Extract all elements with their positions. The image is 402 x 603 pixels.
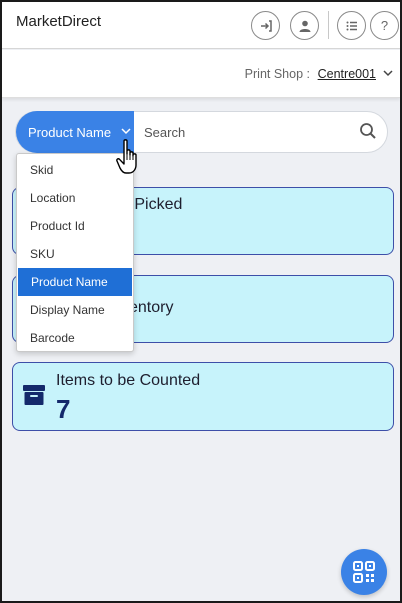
print-shop-bar: Print Shop : Centre001	[2, 50, 400, 98]
items-to-be-counted-card[interactable]: Items to be Counted 7	[12, 362, 394, 431]
user-button[interactable]	[290, 11, 319, 40]
login-button[interactable]	[251, 11, 280, 40]
dropdown-option-display-name[interactable]: Display Name	[17, 296, 133, 324]
app-frame: MarketDirect ? Print Shop: Centre001 Pr…	[0, 0, 402, 603]
qr-scan-button[interactable]	[341, 549, 387, 595]
dropdown-option-product-name[interactable]: Product Name	[18, 268, 132, 296]
search-field-dropdown: Skid Location Product Id SKU Product Nam…	[16, 153, 134, 352]
chevron-down-icon[interactable]	[381, 66, 395, 80]
search-bar: Product Name	[15, 111, 388, 153]
counted-card-title: Items to be Counted	[56, 372, 201, 389]
dropdown-option-location[interactable]: Location	[17, 184, 133, 212]
app-title: MarketDirect	[16, 13, 102, 30]
header-divider	[328, 11, 329, 39]
chevron-down-icon	[121, 128, 131, 135]
qr-code-icon	[353, 561, 375, 583]
list-icon	[346, 21, 357, 30]
search-icon[interactable]	[359, 122, 377, 140]
top-header: MarketDirect ?	[2, 2, 400, 49]
help-icon: ?	[380, 18, 389, 33]
print-shop-label: Print Shop :	[244, 67, 310, 81]
dropdown-option-barcode[interactable]: Barcode	[17, 324, 133, 352]
dropdown-option-sku[interactable]: SKU	[17, 240, 133, 268]
dropdown-option-product-id[interactable]: Product Id	[17, 212, 133, 240]
counted-card-count: 7	[56, 394, 71, 424]
list-button[interactable]	[337, 11, 366, 40]
help-button[interactable]: ?	[370, 11, 399, 40]
user-icon	[299, 20, 310, 32]
login-icon	[260, 19, 272, 32]
hand-cursor-icon	[116, 139, 137, 174]
print-shop-selector[interactable]: Centre001	[318, 67, 376, 81]
archive-box-icon	[23, 385, 45, 405]
search-field-label: Product Name	[28, 124, 112, 140]
search-input[interactable]	[144, 121, 344, 143]
